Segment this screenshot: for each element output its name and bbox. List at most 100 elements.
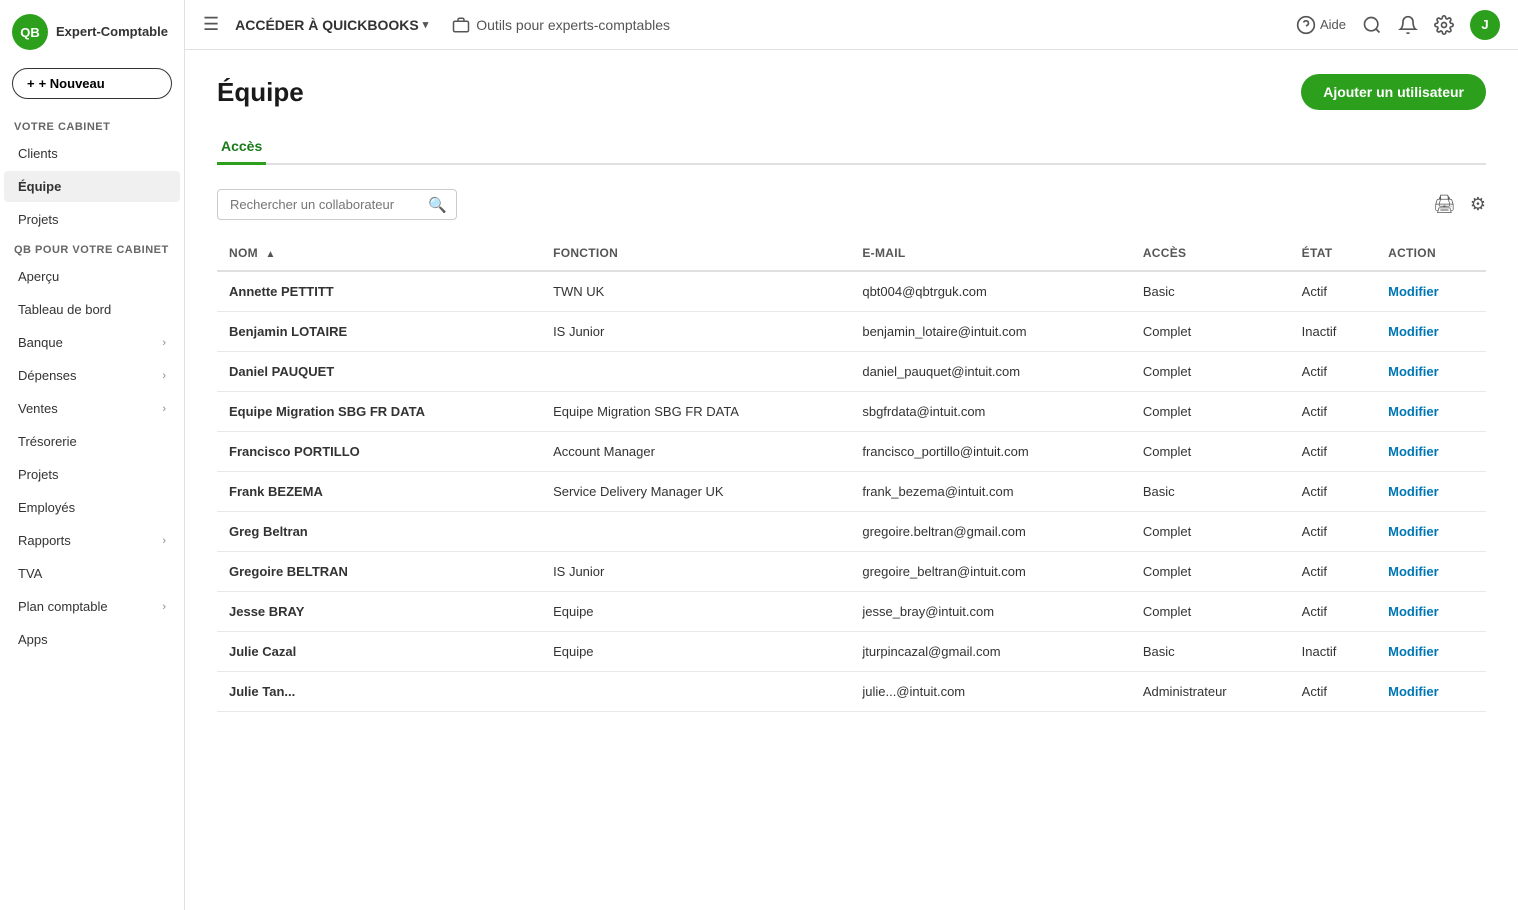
search-input[interactable] [217,189,457,220]
modifier-button[interactable]: Modifier [1376,672,1486,712]
sidebar-logo: QB Expert-Comptable [0,0,184,64]
sidebar-item-equipe[interactable]: Équipe [4,171,180,202]
table-row: Daniel PAUQUET daniel_pauquet@intuit.com… [217,352,1486,392]
sidebar-item-rapports[interactable]: Rapports › [4,525,180,556]
cell-email: julie...@intuit.com [850,672,1130,712]
cell-acces: Basic [1131,271,1290,312]
gear-icon [1434,15,1454,35]
acceder-quickbooks-button[interactable]: ACCÉDER À QUICKBOOKS ▾ [235,17,428,33]
page-title: Équipe [217,77,304,108]
cell-email: sbgfrdata@intuit.com [850,392,1130,432]
column-nom[interactable]: NOM ▲ [217,236,541,271]
notification-button[interactable] [1398,15,1418,35]
search-button[interactable] [1362,15,1382,35]
modifier-button[interactable]: Modifier [1376,352,1486,392]
add-user-button[interactable]: Ajouter un utilisateur [1301,74,1486,110]
cell-email: jturpincazal@gmail.com [850,632,1130,672]
sidebar-item-plan-comptable[interactable]: Plan comptable › [4,591,180,622]
sidebar-item-employes[interactable]: Employés [4,492,180,523]
sidebar-item-apercu[interactable]: Aperçu [4,261,180,292]
search-icon [1362,15,1382,35]
sort-arrow-icon: ▲ [266,249,276,260]
cell-email: frank_bezema@intuit.com [850,472,1130,512]
cell-nom: Gregoire BELTRAN [217,552,541,592]
settings-button[interactable] [1434,15,1454,35]
modifier-button[interactable]: Modifier [1376,392,1486,432]
chevron-right-icon: › [162,370,166,382]
plus-icon: + [27,76,35,91]
sidebar-item-depenses[interactable]: Dépenses › [4,360,180,391]
top-navbar: ☰ ACCÉDER À QUICKBOOKS ▾ Outils pour exp… [185,0,1518,50]
sidebar-item-projets[interactable]: Projets [4,459,180,490]
chevron-right-icon: › [162,535,166,547]
cell-fonction [541,352,850,392]
modifier-button[interactable]: Modifier [1376,472,1486,512]
main-area: ☰ ACCÉDER À QUICKBOOKS ▾ Outils pour exp… [185,0,1518,910]
cell-fonction: Equipe [541,592,850,632]
sidebar-item-tresorerie[interactable]: Trésorerie [4,426,180,457]
cell-etat: Actif [1290,472,1376,512]
sidebar-item-label: Apps [18,632,48,647]
cell-fonction: Equipe Migration SBG FR DATA [541,392,850,432]
table-row: Equipe Migration SBG FR DATA Equipe Migr… [217,392,1486,432]
help-icon [1296,15,1316,35]
column-email: E-MAIL [850,236,1130,271]
cell-acces: Complet [1131,512,1290,552]
cell-fonction: TWN UK [541,271,850,312]
modifier-button[interactable]: Modifier [1376,312,1486,352]
modifier-button[interactable]: Modifier [1376,592,1486,632]
tab-acces[interactable]: Accès [217,130,266,165]
sidebar-item-clients[interactable]: Clients [4,138,180,169]
sidebar-item-apps[interactable]: Apps [4,624,180,655]
modifier-button[interactable]: Modifier [1376,552,1486,592]
chevron-down-icon: ▾ [423,18,429,31]
modifier-button[interactable]: Modifier [1376,512,1486,552]
cell-fonction: Service Delivery Manager UK [541,472,850,512]
print-icon[interactable]: 🖨 [1433,194,1456,215]
bell-icon [1398,15,1418,35]
cell-etat: Actif [1290,271,1376,312]
hamburger-icon[interactable]: ☰ [203,14,219,35]
sidebar-item-ventes[interactable]: Ventes › [4,393,180,424]
toolbar: 🔍 🖨 ⚙ [217,189,1486,220]
modifier-button[interactable]: Modifier [1376,271,1486,312]
cell-fonction: Equipe [541,632,850,672]
sidebar-section-cabinet: VOTRE CABINET [0,113,184,137]
briefcase-icon [452,16,470,34]
table-row: Benjamin LOTAIRE IS Junior benjamin_lota… [217,312,1486,352]
cell-acces: Complet [1131,552,1290,592]
cell-acces: Administrateur [1131,672,1290,712]
modifier-button[interactable]: Modifier [1376,632,1486,672]
sidebar-item-tva[interactable]: TVA [4,558,180,589]
search-wrap: 🔍 [217,189,457,220]
sidebar-item-tableau-bord[interactable]: Tableau de bord [4,294,180,325]
column-action: ACTION [1376,236,1486,271]
cell-email: daniel_pauquet@intuit.com [850,352,1130,392]
chevron-right-icon: › [162,601,166,613]
cell-etat: Inactif [1290,312,1376,352]
cell-nom: Annette PETTITT [217,271,541,312]
settings-icon[interactable]: ⚙ [1470,194,1486,215]
cell-email: gregoire_beltran@intuit.com [850,552,1130,592]
sidebar: QB Expert-Comptable + + Nouveau VOTRE CA… [0,0,185,910]
new-button[interactable]: + + Nouveau [12,68,172,99]
cell-fonction: Account Manager [541,432,850,472]
cell-acces: Basic [1131,632,1290,672]
tab-bar: Accès [217,130,1486,165]
cell-etat: Actif [1290,552,1376,592]
user-avatar[interactable]: J [1470,10,1500,40]
page-header: Équipe Ajouter un utilisateur [217,74,1486,110]
modifier-button[interactable]: Modifier [1376,432,1486,472]
table-row: Jesse BRAY Equipe jesse_bray@intuit.com … [217,592,1486,632]
table-row: Julie Cazal Equipe jturpincazal@gmail.co… [217,632,1486,672]
sidebar-item-banque[interactable]: Banque › [4,327,180,358]
cell-nom: Frank BEZEMA [217,472,541,512]
cell-acces: Complet [1131,392,1290,432]
aide-button[interactable]: Aide [1296,15,1346,35]
outils-experts-button[interactable]: Outils pour experts-comptables [452,16,670,34]
page-content: Équipe Ajouter un utilisateur Accès 🔍 🖨 … [185,50,1518,910]
team-table: NOM ▲ FONCTION E-MAIL ACCÈS ÉTAT ACTION … [217,236,1486,712]
cell-etat: Actif [1290,512,1376,552]
sidebar-item-projets-cabinet[interactable]: Projets [4,204,180,235]
column-etat: ÉTAT [1290,236,1376,271]
